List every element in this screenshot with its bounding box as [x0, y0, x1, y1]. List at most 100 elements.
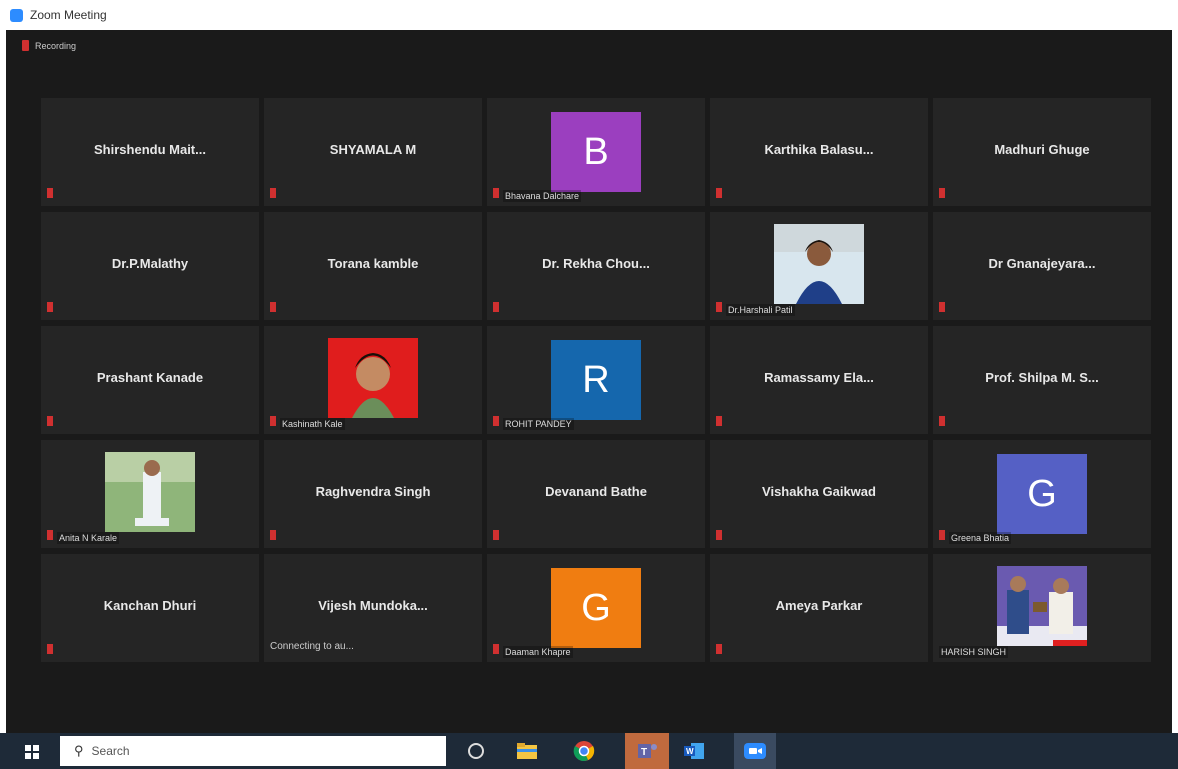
participant-tile-torana-kamble[interactable]: Torana kamble [264, 212, 482, 320]
participant-name: Kanchan Dhuri [103, 598, 197, 613]
participant-name: Dr.Harshali Patil [726, 304, 795, 316]
participant-tile-anita-n-karale[interactable]: Anita N Karale [41, 440, 259, 548]
muted-mic-icon [716, 416, 722, 426]
participant-name: Devanand Bathe [545, 484, 647, 499]
participant-name: Dr.P.Malathy [111, 256, 189, 271]
file-explorer-icon[interactable] [513, 738, 541, 764]
muted-mic-icon [493, 416, 499, 426]
participant-name: Ameya Parkar [775, 598, 863, 613]
participant-tile-prashant-kanade[interactable]: Prashant Kanade [41, 326, 259, 434]
muted-mic-icon [716, 644, 722, 654]
cortana-icon[interactable] [462, 738, 490, 764]
muted-mic-icon [939, 530, 945, 540]
participant-tile-rohit-pandey[interactable]: R ROHIT PANDEY [487, 326, 705, 434]
participant-tile-dr-rekha-chou[interactable]: Dr. Rekha Chou... [487, 212, 705, 320]
window-title: Zoom Meeting [30, 8, 107, 22]
participant-tile-prof-shilpa-m-s[interactable]: Prof. Shilpa M. S... [933, 326, 1151, 434]
participant-tile-dr-gnanajeyara[interactable]: Dr Gnanajeyara... [933, 212, 1151, 320]
muted-mic-icon [939, 416, 945, 426]
participant-name: Anita N Karale [57, 532, 120, 544]
participant-name: Vishakha Gaikwad [762, 484, 876, 499]
muted-mic-icon [493, 302, 499, 312]
participant-name: Dr. Rekha Chou... [542, 256, 650, 271]
participant-tile-devanand-bathe[interactable]: Devanand Bathe [487, 440, 705, 548]
recording-icon [22, 40, 29, 51]
muted-mic-icon [716, 530, 722, 540]
recording-label: Recording [35, 40, 77, 51]
windows-start-icon[interactable] [25, 745, 39, 759]
participant-photo [997, 566, 1087, 646]
participant-tile-shyamala-m[interactable]: SHYAMALA M [264, 98, 482, 206]
window-titlebar: Zoom Meeting [0, 0, 1178, 30]
participant-tile-harish-singh[interactable]: HARISH SINGH [933, 554, 1151, 662]
muted-mic-icon [716, 188, 722, 198]
participant-tile-daaman-khapre[interactable]: G Daaman Khapre [487, 554, 705, 662]
participant-tile-dr-p-malathy[interactable]: Dr.P.Malathy [41, 212, 259, 320]
windows-taskbar: ⚲ Search T W [0, 733, 1178, 769]
muted-mic-icon [47, 188, 53, 198]
search-placeholder: Search [91, 744, 130, 758]
muted-mic-icon [47, 302, 53, 312]
participant-photo [328, 338, 418, 418]
avatar-initial: B [551, 112, 641, 192]
participant-tile-ramassamy-ela[interactable]: Ramassamy Ela... [710, 326, 928, 434]
muted-mic-icon [493, 530, 499, 540]
participant-name: SHYAMALA M [329, 142, 417, 157]
participant-tile-bhavana-dalchare[interactable]: B Bhavana Dalchare [487, 98, 705, 206]
connection-status: Connecting to au... [270, 641, 354, 652]
muted-mic-icon [270, 530, 276, 540]
participant-photo [774, 224, 864, 304]
avatar-initial: R [551, 340, 641, 420]
participant-tile-ameya-parkar[interactable]: Ameya Parkar [710, 554, 928, 662]
svg-text:T: T [641, 747, 647, 758]
participant-tile-raghvendra-singh[interactable]: Raghvendra Singh [264, 440, 482, 548]
taskbar-search-box[interactable]: ⚲ Search [60, 736, 446, 766]
recording-indicator[interactable]: Recording [22, 40, 76, 51]
participant-name: Vijesh Mundoka... [318, 598, 428, 613]
participant-name: Daaman Khapre [503, 646, 573, 658]
participant-name: Dr Gnanajeyara... [988, 256, 1096, 271]
muted-mic-icon [47, 644, 53, 654]
muted-mic-icon [270, 416, 276, 426]
muted-mic-icon [939, 188, 945, 198]
participant-tile-kashinath-kale[interactable]: Kashinath Kale [264, 326, 482, 434]
participant-name: Prof. Shilpa M. S... [985, 370, 1099, 385]
participant-tile-dr-harshali-patil[interactable]: Dr.Harshali Patil [710, 212, 928, 320]
chrome-icon[interactable] [570, 738, 598, 764]
participant-name: Shirshendu Mait... [94, 142, 206, 157]
participant-photo [105, 452, 195, 532]
participant-name: HARISH SINGH [939, 646, 1009, 658]
participant-tile-shirshendu-mait[interactable]: Shirshendu Mait... [41, 98, 259, 206]
muted-mic-icon [493, 188, 499, 198]
participant-tile-madhuri-ghuge[interactable]: Madhuri Ghuge [933, 98, 1151, 206]
svg-text:W: W [686, 747, 694, 756]
participant-tile-vishakha-gaikwad[interactable]: Vishakha Gaikwad [710, 440, 928, 548]
participant-name: Karthika Balasu... [764, 142, 874, 157]
participant-name: Raghvendra Singh [315, 484, 431, 499]
meeting-area: Recording Shirshendu Mait... SHYAMALA M BB… [6, 30, 1172, 733]
teams-icon[interactable]: T [625, 733, 669, 769]
word-icon[interactable]: W [680, 738, 708, 764]
participant-name: Ramassamy Ela... [764, 370, 874, 385]
participant-name: ROHIT PANDEY [503, 418, 574, 430]
participant-tile-vijesh-mundoka[interactable]: Vijesh Mundoka... Connecting to au... [264, 554, 482, 662]
participant-tile-karthika-balasu[interactable]: Karthika Balasu... [710, 98, 928, 206]
muted-mic-icon [270, 302, 276, 312]
search-icon: ⚲ [74, 743, 84, 758]
participant-tile-kanchan-dhuri[interactable]: Kanchan Dhuri [41, 554, 259, 662]
participant-name: Torana kamble [327, 256, 419, 271]
zoom-taskbar-icon[interactable] [734, 733, 776, 769]
muted-mic-icon [939, 302, 945, 312]
participant-name: Greena Bhatia [949, 532, 1012, 544]
participant-tile-greena-bhatia[interactable]: G Greena Bhatia [933, 440, 1151, 548]
muted-mic-icon [47, 416, 53, 426]
participant-name: Bhavana Dalchare [503, 190, 582, 202]
avatar-initial: G [551, 568, 641, 648]
muted-mic-icon [270, 188, 276, 198]
participant-name: Prashant Kanade [96, 370, 204, 385]
participant-name: Kashinath Kale [280, 418, 345, 430]
avatar-initial: G [997, 454, 1087, 534]
muted-mic-icon [47, 530, 53, 540]
zoom-logo-icon [10, 9, 23, 22]
participant-name: Madhuri Ghuge [994, 142, 1090, 157]
